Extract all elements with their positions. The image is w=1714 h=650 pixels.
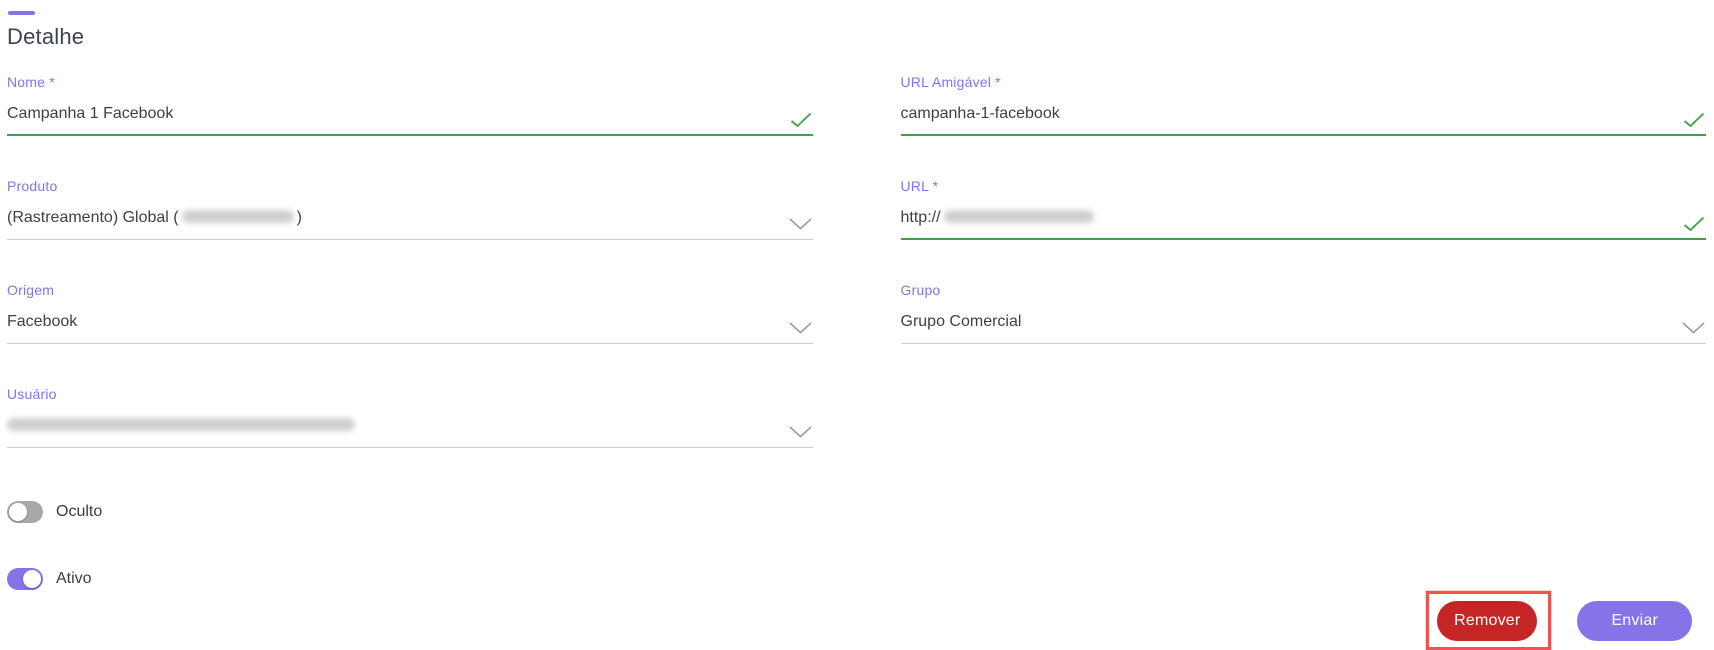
field-origem: Origem Facebook — [7, 282, 813, 344]
actions-row: Remover Enviar — [7, 591, 1706, 650]
field-produto-label: Produto — [7, 178, 58, 194]
url-amigavel-input[interactable]: campanha-1-facebook — [900, 104, 1706, 136]
toggle-ativo-label: Ativo — [56, 570, 92, 587]
switch-thumb — [23, 570, 41, 588]
chevron-down-icon — [789, 426, 812, 438]
field-produto: Produto (Rastreamento) Global () — [7, 178, 813, 240]
field-nome-label: Nome * — [7, 74, 55, 90]
field-nome: Nome * Campanha 1 Facebook — [7, 74, 813, 136]
origem-select[interactable]: Facebook — [7, 312, 813, 344]
oculto-switch[interactable] — [7, 501, 43, 523]
produto-value-prefix: (Rastreamento) Global ( — [7, 209, 179, 226]
nome-input[interactable]: Campanha 1 Facebook — [7, 104, 813, 136]
field-url: URL * http:// — [900, 178, 1706, 240]
produto-select[interactable]: (Rastreamento) Global () — [7, 208, 813, 240]
field-origem-label: Origem — [7, 282, 55, 298]
detail-page: Detalhe Nome * Campanha 1 Facebook URL A… — [0, 0, 1714, 650]
nome-value: Campanha 1 Facebook — [7, 105, 174, 122]
valid-check-icon — [1683, 112, 1705, 128]
valid-check-icon — [790, 112, 812, 128]
redacted-text — [7, 418, 355, 432]
url-input[interactable]: http:// — [900, 208, 1706, 240]
produto-value-suffix: ) — [296, 209, 302, 226]
field-spacer — [901, 386, 1707, 448]
field-url-label: URL * — [900, 178, 939, 194]
field-url-amigavel: URL Amigável * campanha-1-facebook — [900, 74, 1706, 136]
toggle-oculto[interactable]: Oculto — [7, 501, 1706, 523]
tab-indicator — [8, 11, 35, 15]
form-grid: Nome * Campanha 1 Facebook URL Amigável … — [7, 74, 1706, 448]
url-value-prefix: http:// — [900, 209, 941, 226]
chevron-down-icon — [789, 322, 812, 334]
remover-highlight-box: Remover — [1426, 591, 1552, 650]
field-grupo-label: Grupo — [900, 282, 941, 298]
field-url-amigavel-label: URL Amigável * — [900, 74, 1001, 90]
usuario-select[interactable] — [7, 416, 813, 448]
ativo-switch[interactable] — [7, 568, 43, 590]
toggle-ativo[interactable]: Ativo — [7, 568, 1706, 590]
redacted-text — [943, 210, 1094, 224]
valid-check-icon — [1683, 216, 1705, 232]
toggle-oculto-label: Oculto — [56, 503, 103, 520]
switch-thumb — [9, 503, 27, 521]
enviar-button[interactable]: Enviar — [1577, 600, 1692, 641]
chevron-down-icon — [789, 218, 812, 230]
grupo-select[interactable]: Grupo Comercial — [900, 312, 1706, 344]
remover-button[interactable]: Remover — [1437, 601, 1538, 641]
origem-value: Facebook — [7, 313, 78, 330]
field-grupo: Grupo Grupo Comercial — [900, 282, 1706, 344]
field-usuario: Usuário — [7, 386, 813, 448]
url-amigavel-value: campanha-1-facebook — [900, 105, 1060, 122]
field-usuario-label: Usuário — [7, 386, 57, 402]
page-title: Detalhe — [7, 24, 85, 49]
redacted-text — [181, 210, 294, 224]
grupo-value: Grupo Comercial — [900, 313, 1022, 330]
chevron-down-icon — [1682, 322, 1705, 334]
toggle-group: Oculto Ativo — [7, 501, 1706, 590]
